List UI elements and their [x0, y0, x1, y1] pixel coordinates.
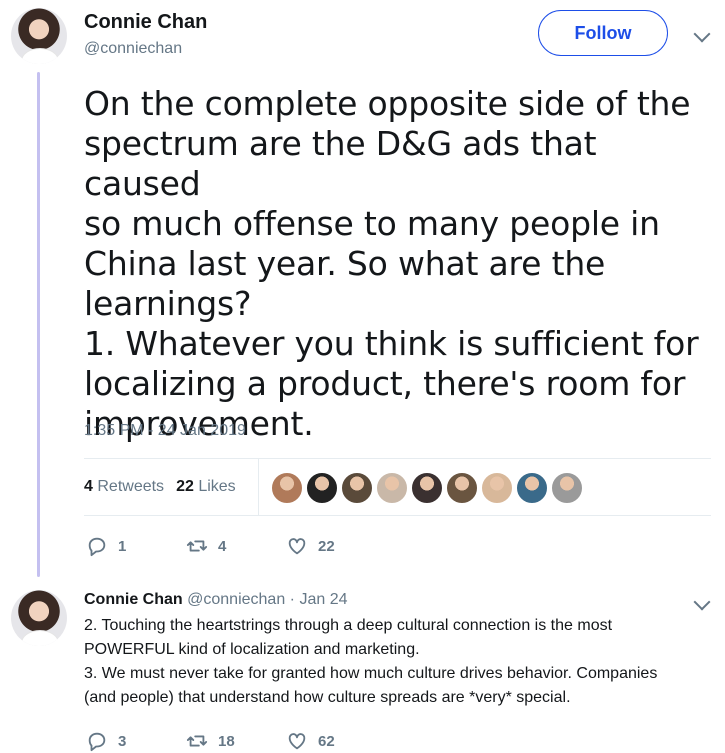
liker-avatar[interactable]: [446, 472, 478, 504]
reply-action[interactable]: 1: [86, 535, 186, 557]
reply-text: 2. Touching the heartstrings through a d…: [84, 617, 658, 706]
liker-avatar[interactable]: [271, 472, 303, 504]
liker-avatar[interactable]: [516, 472, 548, 504]
like-count: 62: [318, 732, 335, 750]
reply-actions: 3 18 62: [86, 730, 386, 752]
likes-stat[interactable]: 22 Likes: [176, 478, 236, 496]
tweet-stats: 4 Retweets 22 Likes: [84, 478, 236, 496]
reply-icon: [88, 537, 106, 557]
tweet-text: On the complete opposite side of the spe…: [84, 84, 699, 443]
retweet-icon: [186, 735, 208, 747]
like-count: 22: [318, 537, 335, 555]
liker-avatar[interactable]: [341, 472, 373, 504]
reply-count: 3: [118, 732, 127, 750]
like-action[interactable]: 22: [286, 535, 386, 557]
follow-button[interactable]: Follow: [538, 10, 668, 56]
retweet-count: 4: [218, 537, 227, 555]
stats-separator: [258, 458, 259, 515]
avatar[interactable]: [11, 8, 67, 64]
divider: [84, 458, 711, 459]
tweet-timestamp[interactable]: 1:35 PM - 24 Jan 2019: [84, 422, 246, 440]
retweet-action[interactable]: 4: [186, 535, 286, 557]
heart-icon: [288, 733, 306, 750]
author-name[interactable]: Connie Chan: [84, 11, 207, 34]
reply-avatar[interactable]: [11, 590, 67, 646]
retweet-action[interactable]: 18: [186, 730, 286, 752]
divider: [84, 515, 711, 516]
retweets-stat[interactable]: 4 Retweets: [84, 478, 164, 496]
reply-header: Connie Chan @conniechan · Jan 24: [84, 591, 348, 608]
author-handle[interactable]: @conniechan: [84, 40, 182, 58]
retweet-icon: [186, 540, 208, 552]
heart-icon: [288, 538, 306, 555]
reply-icon: [88, 732, 106, 752]
reply-action[interactable]: 3: [86, 730, 186, 752]
reply-date[interactable]: Jan 24: [299, 591, 347, 608]
liker-avatar[interactable]: [306, 472, 338, 504]
liker-avatar[interactable]: [411, 472, 443, 504]
reply-author-name[interactable]: Connie Chan: [84, 591, 183, 608]
retweet-count: 18: [218, 732, 235, 750]
liker-avatar[interactable]: [376, 472, 408, 504]
liker-avatar[interactable]: [551, 472, 583, 504]
reply-author-handle[interactable]: @conniechan: [187, 591, 285, 608]
liker-avatar[interactable]: [481, 472, 513, 504]
tweet-actions: 1 4 22: [86, 535, 386, 557]
like-action[interactable]: 62: [286, 730, 386, 752]
thread-line: [37, 72, 40, 577]
chevron-down-icon[interactable]: [693, 25, 711, 43]
reply-count: 1: [118, 537, 127, 555]
reply-chevron-down-icon[interactable]: [693, 593, 711, 611]
